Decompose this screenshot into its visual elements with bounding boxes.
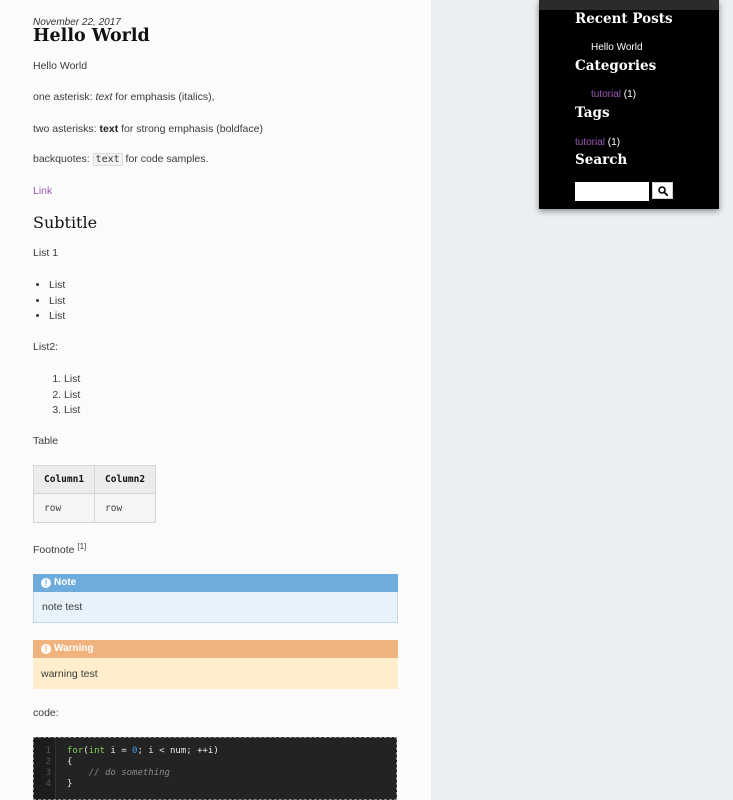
- table-cell: row: [32, 493, 96, 523]
- warning-admonition: ! Warning warning test: [33, 640, 398, 689]
- search-title: Search: [575, 152, 628, 168]
- category-item: tutorial (1): [591, 89, 636, 100]
- warning-title-bar: ! Warning: [33, 640, 398, 658]
- italics-suffix: for emphasis (italics),: [112, 91, 215, 103]
- code-suffix: for code samples.: [122, 153, 209, 165]
- note-admonition: ! Note note test: [33, 574, 398, 623]
- line-number: 1: [45, 746, 51, 756]
- italics-prefix: one asterisk:: [33, 91, 96, 103]
- search-input[interactable]: [575, 182, 649, 201]
- exclamation-circle-icon: !: [41, 578, 51, 588]
- list-item: List: [64, 373, 80, 389]
- footnote-text: Footnote: [33, 544, 78, 556]
- bold-text: text: [99, 123, 119, 135]
- table-row: row row: [32, 493, 157, 523]
- list1-label: List 1: [33, 247, 59, 259]
- line-number: 2: [45, 757, 51, 767]
- sidebar: Recent Posts Hello World Categories tuto…: [539, 0, 719, 209]
- list-item: List: [64, 389, 80, 405]
- list2-label: List2:: [33, 341, 59, 353]
- table-label: Table: [33, 435, 59, 447]
- note-title-bar: ! Note: [33, 574, 398, 592]
- recent-post-link[interactable]: Hello World: [591, 42, 643, 53]
- exclamation-circle-icon: !: [41, 644, 51, 654]
- code-line: }: [67, 779, 73, 789]
- recent-posts-title: Recent Posts: [575, 11, 673, 27]
- data-table: Column1 Column2 row row: [32, 465, 157, 523]
- bold-suffix: for strong emphasis (boldface): [118, 123, 263, 135]
- code-line: for(int i = 0; i < num; ++i): [67, 746, 219, 756]
- line-number: 3: [45, 768, 51, 778]
- tag-count: (1): [607, 137, 621, 148]
- bold-prefix: two asterisks:: [33, 123, 100, 135]
- search-icon: [657, 185, 668, 196]
- bullet-list: List List List: [33, 279, 65, 326]
- tags-title: Tags: [575, 105, 610, 121]
- intro-paragraph: Hello World: [33, 60, 88, 72]
- bold-paragraph: two asterisks: text for strong emphasis …: [33, 123, 263, 135]
- footnote-ref-link[interactable]: [1]: [77, 542, 86, 551]
- footnote-paragraph: Footnote [1]: [33, 542, 86, 556]
- code-label: code:: [33, 707, 59, 719]
- warning-body: warning test: [33, 658, 398, 689]
- note-body: note test: [33, 592, 398, 623]
- code-prefix: backquotes:: [33, 153, 93, 165]
- warning-title: Warning: [54, 643, 94, 654]
- numbered-list: List List List: [48, 373, 80, 420]
- table-header-cell: Column1: [32, 465, 96, 494]
- line-number-gutter: 1 2 3 4: [34, 738, 56, 799]
- list-item: List: [64, 404, 80, 420]
- category-count: (1): [623, 89, 637, 100]
- line-number: 4: [45, 779, 51, 789]
- inline-code: text: [92, 153, 123, 166]
- code-paragraph: backquotes: text for code samples.: [33, 153, 209, 166]
- list-item: List: [49, 310, 65, 326]
- table-cell: row: [94, 493, 157, 523]
- main-content-area: November 22, 2017 Hello World Hello Worl…: [0, 0, 431, 800]
- category-link[interactable]: tutorial: [591, 89, 621, 100]
- tag-item: tutorial (1): [575, 137, 620, 148]
- subtitle-heading: Subtitle: [33, 213, 98, 232]
- sidebar-top-bar: [539, 0, 719, 10]
- code-block: 1 2 3 4 for(int i = 0; i < num; ++i){ //…: [33, 737, 397, 800]
- note-title: Note: [54, 577, 77, 588]
- search-button[interactable]: [652, 182, 673, 199]
- italics-text: text: [95, 91, 113, 103]
- code-line: // do something: [88, 768, 170, 778]
- code-line: {: [67, 757, 73, 767]
- link-paragraph: Link: [33, 185, 52, 197]
- italics-paragraph: one asterisk: text for emphasis (italics…: [33, 91, 215, 103]
- list-item: List: [49, 295, 65, 311]
- sample-link[interactable]: Link: [33, 185, 52, 197]
- tag-link[interactable]: tutorial: [575, 137, 605, 148]
- code-lines: for(int i = 0; i < num; ++i){ // do some…: [56, 738, 219, 799]
- table-header-row: Column1 Column2: [32, 465, 157, 494]
- table-header-cell: Column2: [94, 465, 157, 494]
- categories-title: Categories: [575, 58, 657, 74]
- post-title: Hello World: [33, 26, 150, 46]
- list-item: List: [49, 279, 65, 295]
